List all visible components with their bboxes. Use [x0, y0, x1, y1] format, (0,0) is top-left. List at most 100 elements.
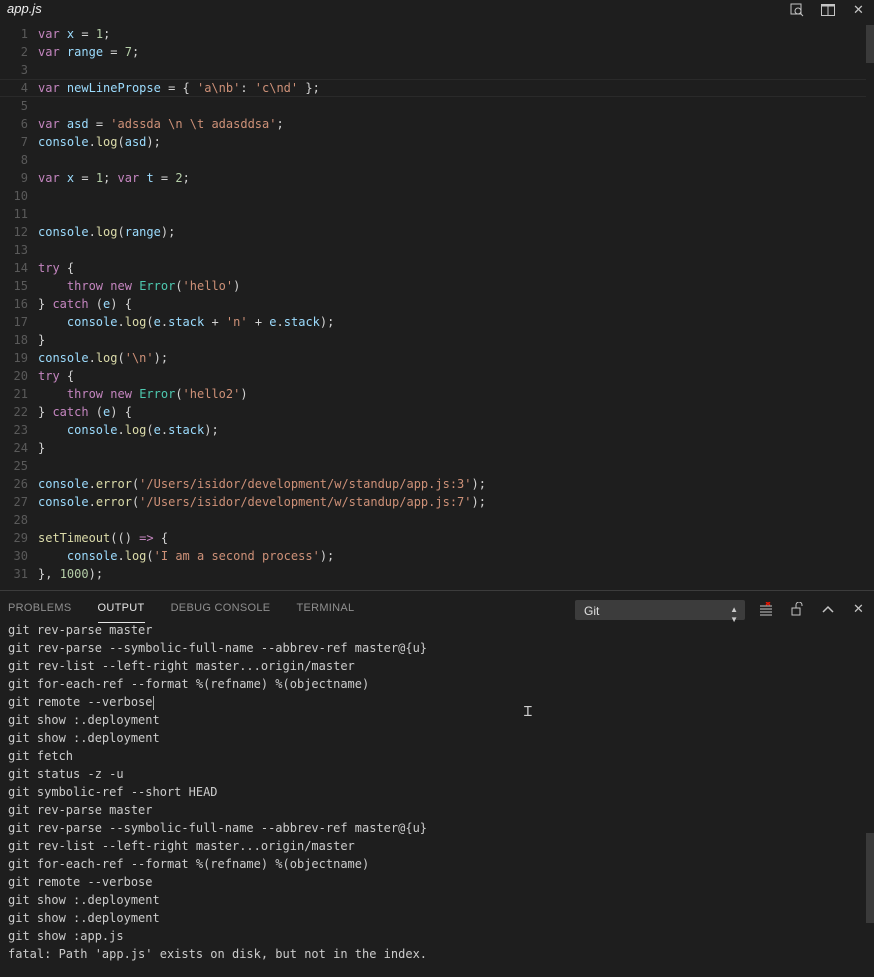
code-text: var x = 1; [38, 27, 111, 41]
line-number: 6 [20, 117, 28, 131]
code-line[interactable]: 9 var x = 1; var t = 2; [0, 169, 866, 187]
code-text: } catch (e) { [38, 297, 132, 311]
output-line: git show :.deployment [8, 893, 160, 907]
line-number: 12 [13, 225, 28, 239]
code-line[interactable]: 22 } catch (e) { [0, 403, 866, 421]
code-line[interactable]: 31 }, 1000); [0, 565, 866, 583]
line-number: 1 [20, 27, 28, 41]
code-text: console.log(e.stack); [66, 423, 219, 437]
code-text: } [38, 333, 46, 347]
maximize-panel-icon[interactable] [812, 598, 843, 620]
code-line[interactable]: 12 console.log(range); [0, 223, 866, 241]
code-line[interactable]: 26 console.error('/Users/isidor/developme… [0, 475, 866, 493]
code-line[interactable]: 28 [0, 511, 866, 529]
code-text: var newLinePropse = { 'a\nb': 'c\nd' }; [38, 81, 320, 95]
line-number: 28 [13, 513, 28, 527]
code-line[interactable]: 25 [0, 457, 866, 475]
text-caret [152, 695, 154, 710]
close-panel-icon[interactable]: ✕ [843, 598, 874, 620]
line-number: 22 [13, 405, 28, 419]
line-number: 25 [13, 459, 28, 473]
line-number: 13 [13, 243, 28, 257]
line-number: 31 [13, 567, 28, 581]
line-number: 10 [13, 189, 28, 203]
output-log[interactable]: git rev-parse master git rev-parse --symb… [8, 621, 858, 971]
code-text: console.error('/Users/isidor/development… [38, 477, 486, 491]
output-line: git show :.deployment [8, 731, 160, 745]
code-line[interactable]: 6 var asd = 'adssda \n \t adasddsa'; [0, 115, 866, 133]
code-line[interactable]: 5 [0, 97, 866, 115]
code-text: console.log(e.stack + 'n' + e.stack); [66, 315, 335, 329]
editor-title-bar: app.js ✕ [0, 0, 874, 20]
tab-terminal[interactable]: TERMINAL [296, 591, 354, 625]
code-editor[interactable]: 1 var x = 1; 2 var range = 7; 3 4 var newLineP… [0, 25, 874, 587]
code-text: }, 1000); [38, 567, 104, 581]
code-text: console.log(range); [38, 225, 176, 239]
code-text: try { [38, 369, 75, 383]
tab-problems[interactable]: PROBLEMS [8, 591, 72, 625]
output-line: fatal: Path 'app.js' exists on disk, but… [8, 947, 428, 961]
line-number: 27 [13, 495, 28, 509]
output-line: git rev-parse master [8, 623, 153, 637]
split-editor-icon[interactable] [812, 0, 843, 20]
code-line[interactable]: 29 setTimeout(() => { [0, 529, 866, 547]
editor-tab-title[interactable]: app.js [7, 1, 42, 16]
code-line[interactable]: 4 var newLinePropse = { 'a\nb': 'c\nd' }; [0, 79, 866, 97]
code-text: } catch (e) { [38, 405, 132, 419]
code-line[interactable]: 10 [0, 187, 866, 205]
line-number: 14 [13, 261, 28, 275]
line-number: 21 [13, 387, 28, 401]
clear-output-icon[interactable] [750, 598, 781, 620]
code-line[interactable]: 7 console.log(asd); [0, 133, 866, 151]
code-line[interactable]: 16 } catch (e) { [0, 295, 866, 313]
output-line: git remote --verbose [8, 695, 154, 710]
code-line[interactable]: 23 console.log(e.stack); [0, 421, 866, 439]
line-number: 24 [13, 441, 28, 455]
output-line: git show :.deployment [8, 911, 160, 925]
line-number: 17 [13, 315, 28, 329]
output-line: git rev-list --left-right master...origi… [8, 659, 355, 673]
code-text: } [38, 441, 46, 455]
line-number: 20 [13, 369, 28, 383]
code-line[interactable]: 13 [0, 241, 866, 259]
code-line[interactable]: 18} [0, 331, 866, 349]
code-line[interactable]: 27 console.error('/Users/isidor/developme… [0, 493, 866, 511]
code-line[interactable]: 17 console.log(e.stack + 'n' + e.stack); [0, 313, 866, 331]
code-line[interactable]: 11 [0, 205, 866, 223]
code-text: console.error('/Users/isidor/development… [38, 495, 486, 509]
line-number: 16 [13, 297, 28, 311]
code-line[interactable]: 30 console.log('I am a second process'); [0, 547, 866, 565]
text-cursor-icon: Ɪ [524, 703, 532, 719]
output-line: git for-each-ref --format %(refname) %(o… [8, 857, 370, 871]
code-line[interactable]: 2 var range = 7; [0, 43, 866, 61]
code-line[interactable]: 21 throw new Error('hello2') [0, 385, 866, 403]
output-channel-select[interactable]: Git ▲ ▼ [575, 600, 745, 624]
code-text: console.log('\n'); [38, 351, 169, 365]
line-number: 5 [20, 99, 28, 113]
code-line[interactable]: 20 try { [0, 367, 866, 385]
output-line: git rev-parse master [8, 803, 153, 817]
lock-scroll-icon[interactable] [781, 598, 812, 620]
output-line: git status -z -u [8, 767, 124, 781]
code-line[interactable]: 8 [0, 151, 866, 169]
output-line: git show :.deployment [8, 713, 160, 727]
code-line[interactable]: 3 [0, 61, 866, 79]
code-text: try { [38, 261, 75, 275]
line-number: 26 [13, 477, 28, 491]
tab-debug-console[interactable]: DEBUG CONSOLE [171, 591, 271, 625]
output-scrollbar[interactable] [866, 833, 874, 923]
code-line[interactable]: 14 try { [0, 259, 866, 277]
line-number: 2 [20, 45, 28, 59]
code-line[interactable]: 1 var x = 1; [0, 25, 866, 43]
close-editor-icon[interactable]: ✕ [843, 0, 874, 20]
line-number: 15 [13, 279, 28, 293]
code-line[interactable]: 24} [0, 439, 866, 457]
open-preview-icon[interactable] [781, 0, 812, 20]
code-line[interactable]: 15 throw new Error('hello') [0, 277, 866, 295]
editor-scrollbar[interactable] [866, 25, 874, 63]
code-line[interactable]: 19 console.log('\n'); [0, 349, 866, 367]
tab-output[interactable]: OUTPUT [97, 591, 145, 623]
code-text: console.log('I am a second process'); [66, 549, 335, 563]
line-number: 29 [13, 531, 28, 545]
line-number: 18 [13, 333, 28, 347]
